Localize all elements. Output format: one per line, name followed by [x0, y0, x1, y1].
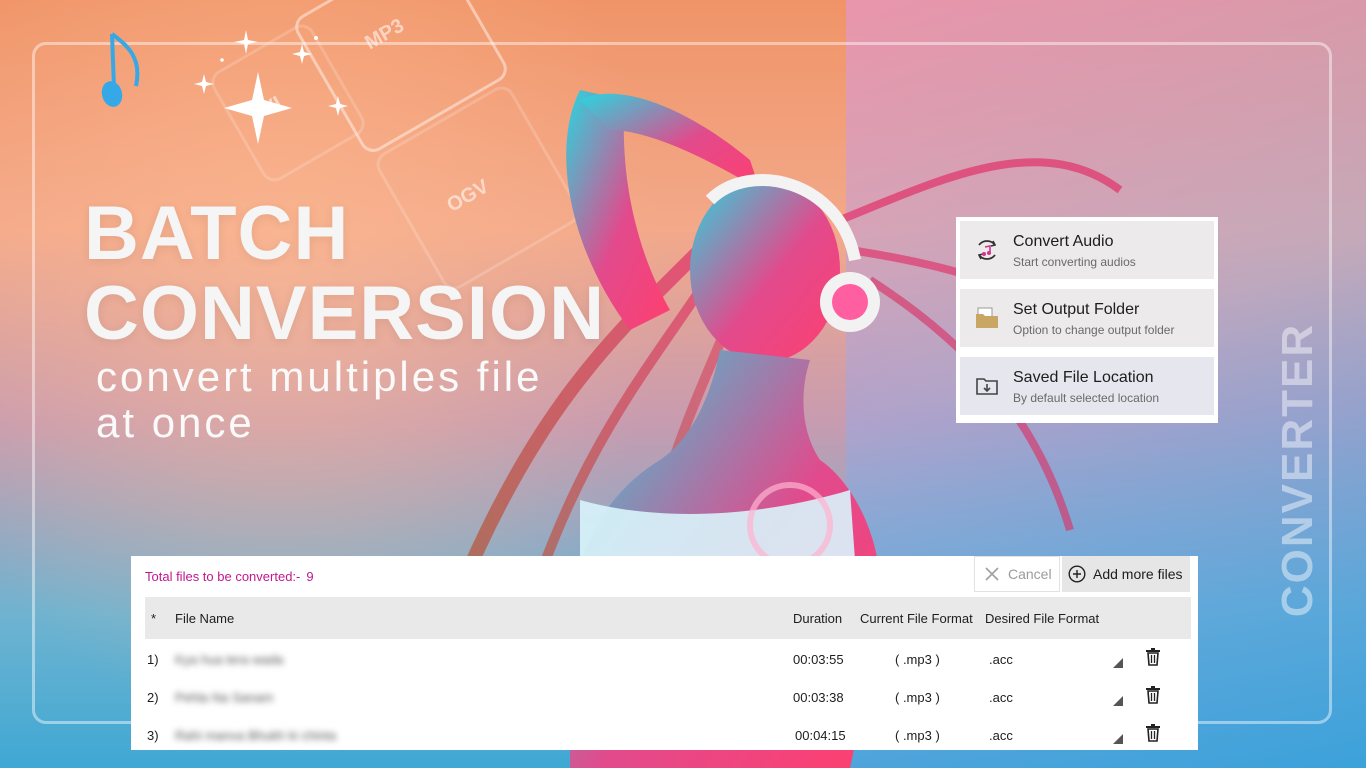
file-name: Pehla Na Sanam — [175, 690, 274, 705]
row-index: 1) — [147, 652, 159, 667]
file-list-panel: Total files to be converted:- 9 Cancel Ad… — [131, 556, 1198, 750]
headline-batch: BATCH — [84, 191, 350, 276]
sparkle-icon — [194, 30, 348, 144]
close-icon — [985, 567, 999, 581]
add-circle-icon — [1068, 565, 1086, 583]
total-files-count: 9 — [306, 569, 314, 584]
menu-item-title: Set Output Folder — [1013, 301, 1140, 318]
desired-format-select[interactable]: .acc — [989, 690, 1013, 705]
file-name: Rahi manva Bhukh ki chinta — [175, 728, 337, 743]
add-more-files-label: Add more files — [1093, 566, 1183, 582]
menu-item-title: Saved File Location — [1013, 369, 1154, 386]
cancel-label: Cancel — [1008, 566, 1052, 582]
trash-icon[interactable] — [1145, 686, 1161, 704]
format-dropdown-icon[interactable] — [1113, 696, 1123, 706]
trash-icon[interactable] — [1145, 648, 1161, 666]
table-row: 2) Pehla Na Sanam 00:03:38 ( .mp3 ) .acc — [131, 686, 1198, 728]
menu-item-set-output-folder[interactable]: Set Output Folder Option to change outpu… — [960, 289, 1214, 347]
subheadline-line-2: at once — [96, 399, 255, 446]
download-folder-icon — [976, 378, 998, 395]
menu-item-convert-audio[interactable]: Convert Audio Start converting audios — [960, 221, 1214, 279]
column-header-duration: Duration — [793, 611, 843, 626]
file-name: Kya hua tera wada — [175, 652, 284, 667]
desired-format-select[interactable]: .acc — [989, 652, 1013, 667]
music-note-icon — [101, 32, 140, 107]
row-index: 3) — [147, 728, 159, 743]
file-duration: 00:03:38 — [793, 690, 844, 705]
total-files-text: Total files to be converted:- — [145, 569, 301, 584]
format-dropdown-icon[interactable] — [1113, 734, 1123, 744]
column-header-current-format: Current File Format — [860, 611, 973, 626]
add-more-files-button[interactable]: Add more files — [1062, 556, 1190, 592]
desired-format-select[interactable]: .acc — [989, 728, 1013, 743]
table-header: * File Name Duration Current File Format… — [145, 597, 1191, 639]
table-row: 1) Kya hua tera wada 00:03:55 ( .mp3 ) .… — [131, 648, 1198, 690]
side-word-text: CONVERTER — [1273, 322, 1322, 618]
side-word-converter: CONVERTER — [1208, 300, 1366, 640]
current-format: ( .mp3 ) — [895, 728, 940, 743]
current-format: ( .mp3 ) — [895, 652, 940, 667]
subheadline-line-1: convert multiples file — [96, 353, 543, 400]
file-duration: 00:03:55 — [793, 652, 844, 667]
menu-item-description: By default selected location — [1013, 391, 1160, 405]
column-header-file-name: File Name — [175, 611, 235, 626]
menu-item-description: Option to change output folder — [1013, 323, 1175, 337]
cancel-button[interactable]: Cancel — [974, 556, 1060, 592]
convert-audio-icon — [977, 240, 997, 260]
menu-item-description: Start converting audios — [1013, 255, 1136, 269]
current-format: ( .mp3 ) — [895, 690, 940, 705]
total-files-label: Total files to be converted:- 9 — [145, 569, 314, 584]
menu-item-title: Convert Audio — [1013, 233, 1114, 250]
actions-menu: Convert Audio Start converting audios Se… — [956, 217, 1218, 423]
menu-item-saved-file-location[interactable]: Saved File Location By default selected … — [960, 357, 1214, 415]
trash-icon[interactable] — [1145, 724, 1161, 742]
row-index: 2) — [147, 690, 159, 705]
column-header-index: * — [151, 611, 157, 626]
folder-icon — [976, 307, 998, 328]
table-row: 3) Rahi manva Bhukh ki chinta 00:04:15 (… — [131, 724, 1198, 766]
headline-conversion: CONVERSION — [84, 271, 605, 356]
file-duration: 00:04:15 — [795, 728, 846, 743]
format-dropdown-icon[interactable] — [1113, 658, 1123, 668]
column-header-desired-format: Desired File Format — [985, 611, 1100, 626]
